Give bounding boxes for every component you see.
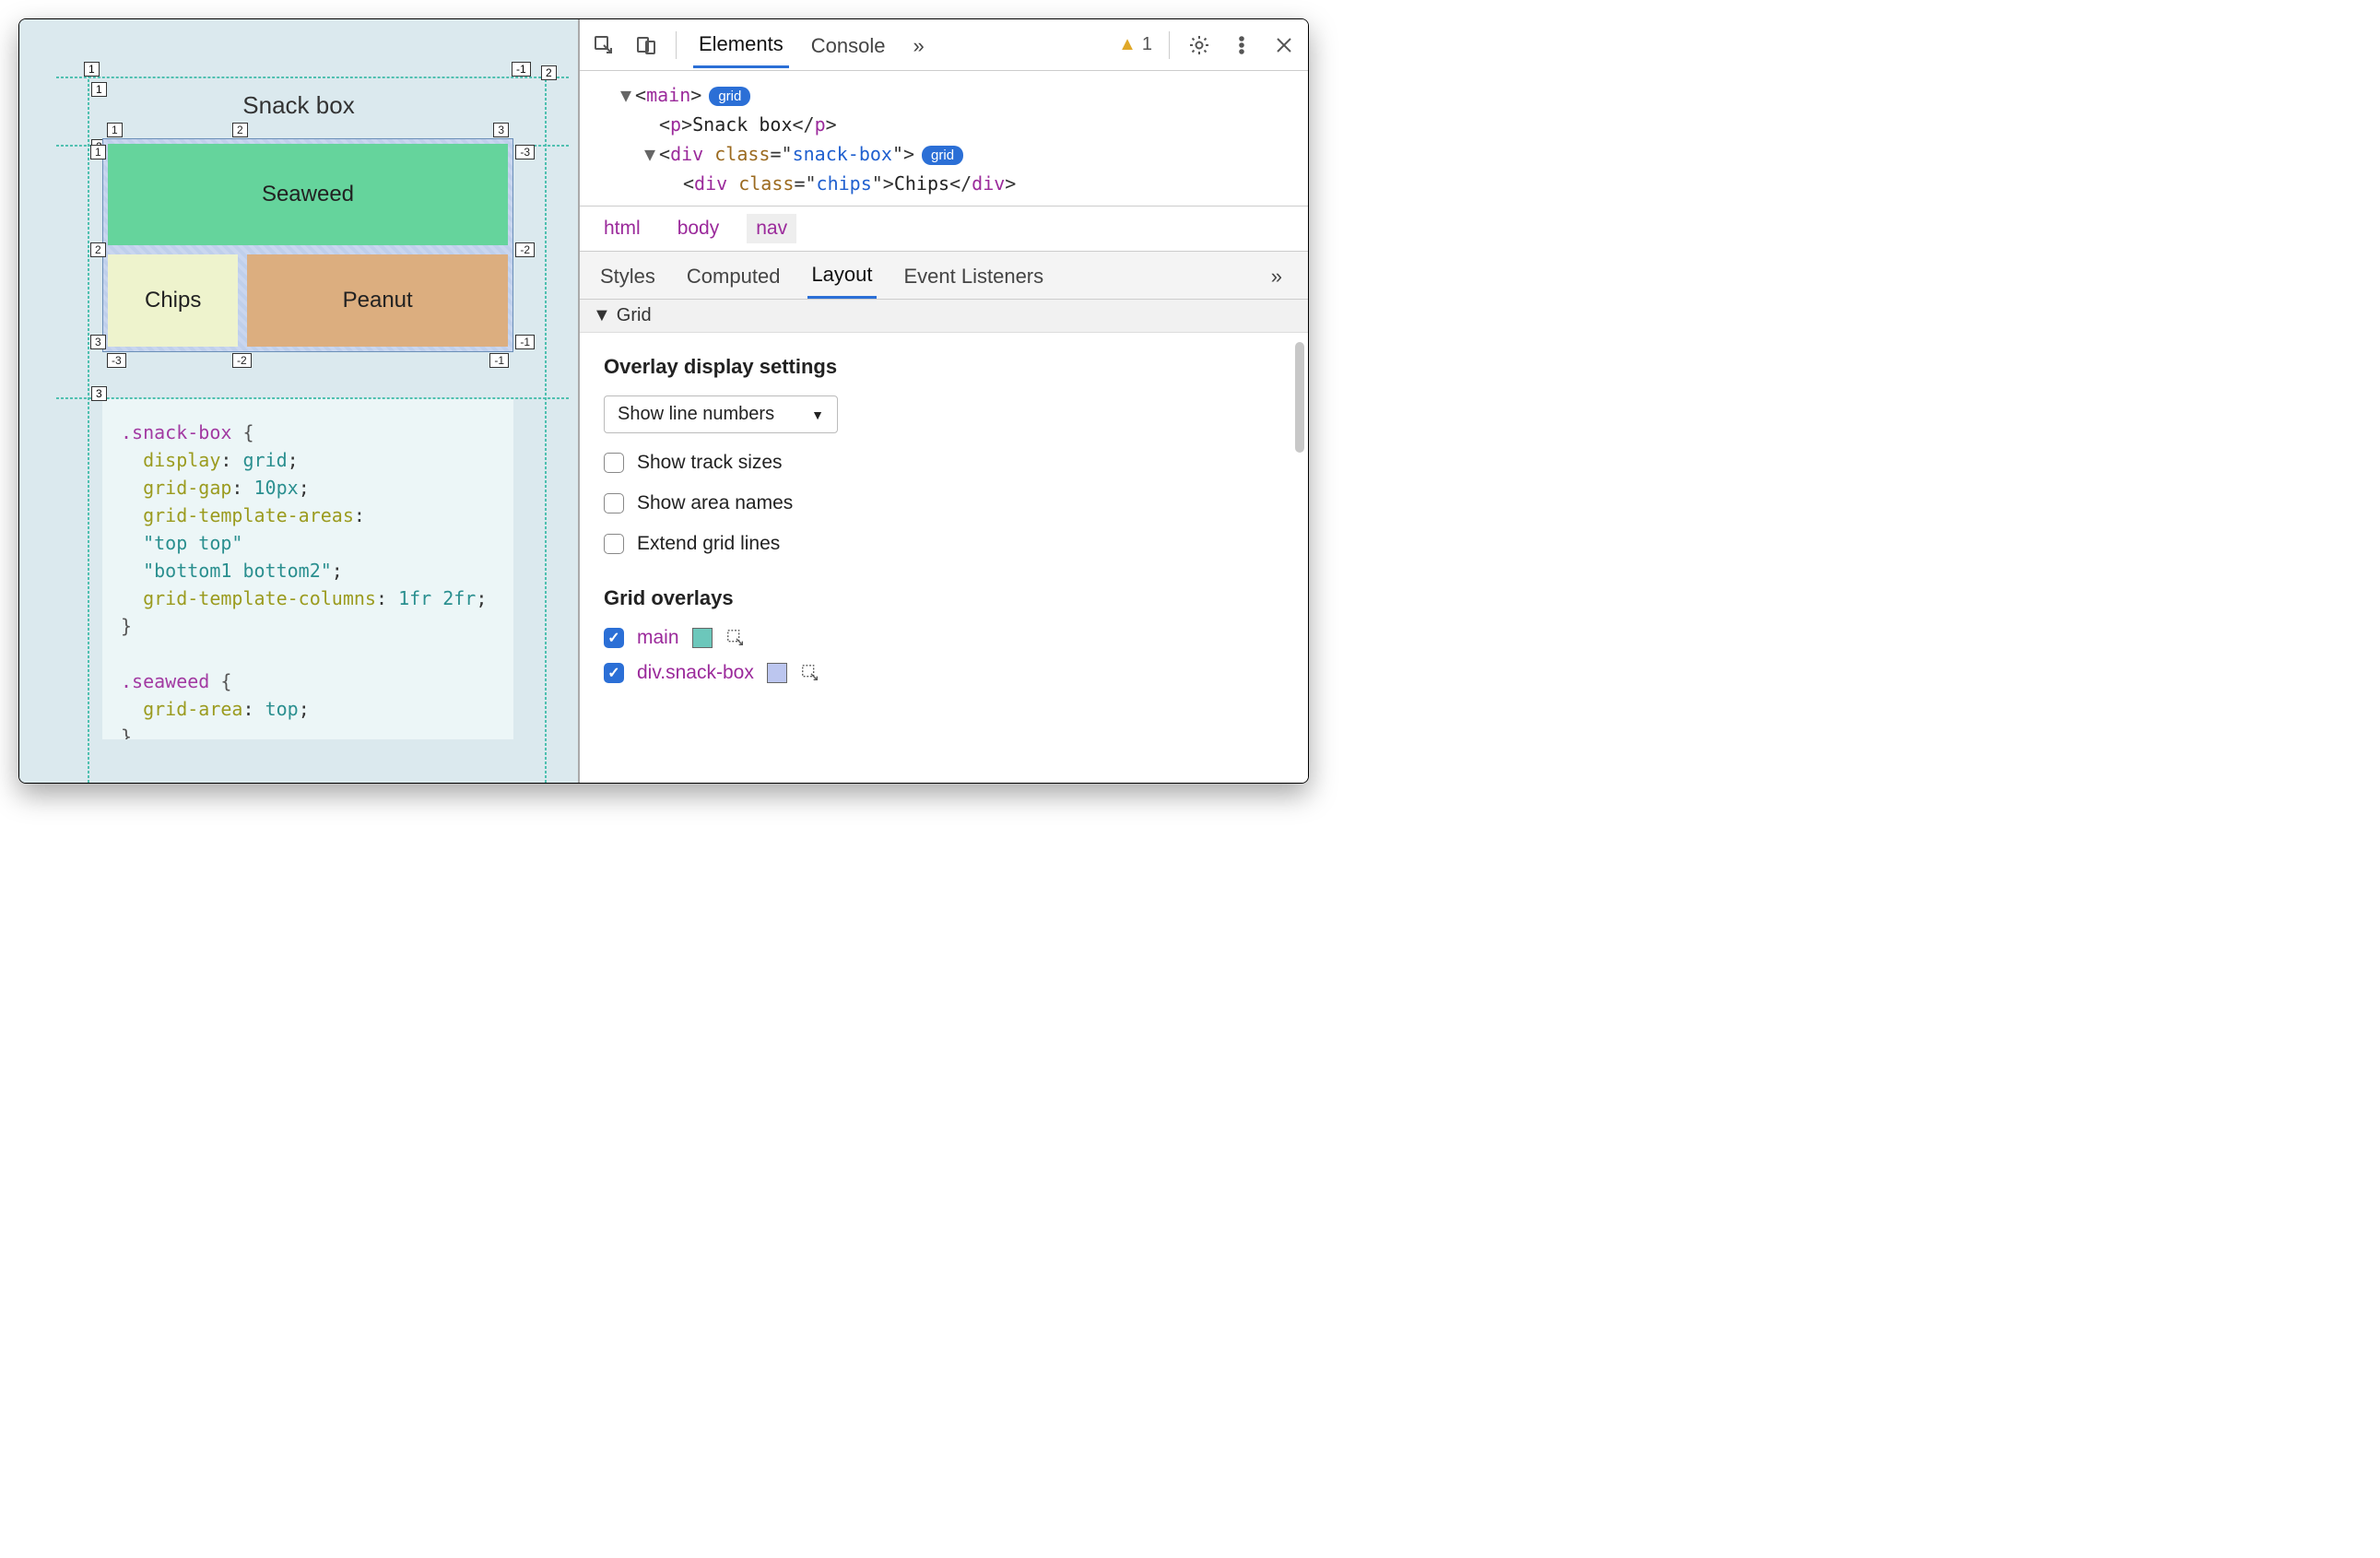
option-label: Extend grid lines (637, 533, 780, 555)
grid-line-number: -1 (512, 62, 531, 77)
section-grid-header[interactable]: ▼ Grid (580, 300, 1308, 333)
grid-line-number: 2 (232, 123, 248, 137)
grid-line-number: 3 (91, 386, 107, 401)
reveal-element-icon[interactable] (725, 628, 746, 648)
snack-box-grid: 1 2 3 1 -3 2 -2 3 -1 -3 -2 -1 Seaweed Ch… (102, 138, 513, 352)
cell-chips: Chips (108, 254, 238, 347)
tab-elements[interactable]: Elements (693, 21, 789, 68)
checkbox[interactable] (604, 493, 624, 513)
dom-tree[interactable]: ▼<main>grid <p>Snack box</p> ▼<div class… (580, 71, 1308, 206)
color-swatch[interactable] (692, 628, 713, 648)
crumb-nav[interactable]: nav (747, 214, 796, 243)
inspect-icon[interactable] (591, 32, 617, 58)
subtab-computed[interactable]: Computed (683, 254, 784, 298)
dom-node-main[interactable]: ▼<main>grid (620, 80, 1308, 110)
dom-node-snackbox[interactable]: ▼<div class="snack-box">grid (620, 139, 1308, 169)
tab-console[interactable]: Console (806, 23, 891, 67)
grid-line-number: 1 (90, 145, 106, 159)
scrollbar[interactable] (1295, 342, 1304, 453)
app-window: 1 -1 2 1 2 3 Snack box 1 2 3 1 -3 2 -2 3… (18, 18, 1309, 784)
chevron-down-icon: ▼ (593, 305, 611, 326)
color-swatch[interactable] (767, 663, 787, 683)
option-label: Show track sizes (637, 452, 783, 474)
dom-node-p[interactable]: <p>Snack box</p> (620, 110, 1308, 139)
checkbox[interactable] (604, 628, 624, 648)
option-track-sizes[interactable]: Show track sizes (604, 452, 1284, 474)
checkbox[interactable] (604, 453, 624, 473)
page-preview: 1 -1 2 1 2 3 Snack box 1 2 3 1 -3 2 -2 3… (19, 19, 580, 783)
code-snippet: .snack-box { display: grid; grid-gap: 10… (102, 398, 513, 739)
checkbox[interactable] (604, 663, 624, 683)
chevron-down-icon: ▼ (811, 407, 824, 422)
grid-line-number: 1 (91, 82, 107, 97)
grid-line-number: -1 (515, 335, 535, 349)
warning-icon: ▲ (1118, 34, 1137, 55)
overlay-settings-heading: Overlay display settings (604, 355, 1284, 379)
grid-line-number: -3 (107, 353, 126, 368)
section-grid-label: Grid (617, 305, 652, 326)
grid-overlays-heading: Grid overlays (604, 586, 1284, 610)
subtab-styles[interactable]: Styles (596, 254, 659, 298)
grid-line-number: 2 (541, 65, 557, 80)
grid-line-number: 3 (90, 335, 106, 349)
grid-line-number: 2 (90, 242, 106, 257)
devtools-toolbar: Elements Console » ▲ 1 (580, 19, 1308, 71)
grid-line-number: 1 (107, 123, 123, 137)
close-icon[interactable] (1271, 32, 1297, 58)
subtab-layout[interactable]: Layout (807, 252, 876, 299)
grid-line-horizontal (56, 397, 569, 399)
divider (1169, 31, 1170, 59)
dom-node-chips[interactable]: <div class="chips">Chips</div> (620, 169, 1308, 198)
grid-line-horizontal (56, 77, 569, 78)
checkbox[interactable] (604, 534, 624, 554)
cell-peanut: Peanut (247, 254, 508, 347)
divider (676, 31, 677, 59)
layout-body: Overlay display settings Show line numbe… (580, 333, 1308, 783)
select-value: Show line numbers (618, 404, 774, 425)
grid-line-number: 1 (84, 62, 100, 77)
sidebar-tabs: Styles Computed Layout Event Listeners » (580, 252, 1308, 300)
grid-line-number: -2 (232, 353, 252, 368)
crumb-html[interactable]: html (595, 214, 650, 243)
option-area-names[interactable]: Show area names (604, 492, 1284, 514)
overlay-item-main: main (604, 627, 1284, 649)
option-label: Show area names (637, 492, 793, 514)
device-toggle-icon[interactable] (633, 32, 659, 58)
grid-line-vertical (88, 65, 89, 783)
subtab-event-listeners[interactable]: Event Listeners (901, 254, 1048, 298)
subtabs-overflow[interactable]: » (1267, 254, 1291, 298)
tabs-overflow[interactable]: » (907, 23, 929, 67)
overlay-item-snackbox: div.snack-box (604, 662, 1284, 684)
grid-line-number: -3 (515, 145, 535, 159)
grid-line-number: 3 (493, 123, 509, 137)
warning-count: 1 (1142, 34, 1152, 55)
grid-badge[interactable]: grid (709, 87, 750, 106)
overlay-name[interactable]: main (637, 627, 679, 649)
cell-seaweed: Seaweed (108, 144, 508, 245)
grid-line-number: -1 (489, 353, 509, 368)
kebab-menu-icon[interactable] (1229, 32, 1255, 58)
breadcrumb: html body nav (580, 206, 1308, 252)
option-extend-lines[interactable]: Extend grid lines (604, 533, 1284, 555)
warning-badge[interactable]: ▲ 1 (1118, 34, 1152, 55)
page-title: Snack box (47, 91, 550, 120)
gear-icon[interactable] (1186, 32, 1212, 58)
grid-badge[interactable]: grid (922, 146, 963, 165)
devtools-panel: Elements Console » ▲ 1 ▼<main>grid <p>Sn… (580, 19, 1308, 783)
grid-line-number: -2 (515, 242, 535, 257)
overlay-name[interactable]: div.snack-box (637, 662, 754, 684)
snack-grid-inner: Seaweed Chips Peanut (108, 144, 508, 347)
grid-line-vertical (545, 65, 547, 783)
line-number-select[interactable]: Show line numbers ▼ (604, 395, 838, 433)
reveal-element-icon[interactable] (800, 663, 820, 683)
crumb-body[interactable]: body (668, 214, 729, 243)
